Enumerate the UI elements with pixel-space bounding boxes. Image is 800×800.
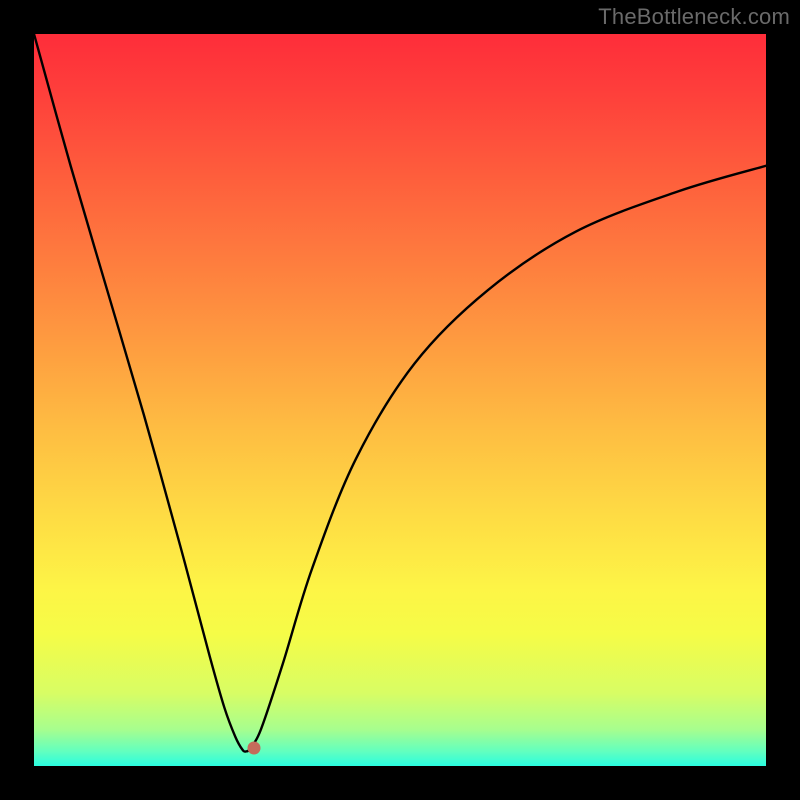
curve-svg <box>34 34 766 766</box>
curve-path <box>34 34 766 752</box>
watermark-text: TheBottleneck.com <box>598 4 790 30</box>
chart-frame: TheBottleneck.com <box>0 0 800 800</box>
minimum-marker-dot <box>247 741 260 754</box>
plot-area <box>34 34 766 766</box>
